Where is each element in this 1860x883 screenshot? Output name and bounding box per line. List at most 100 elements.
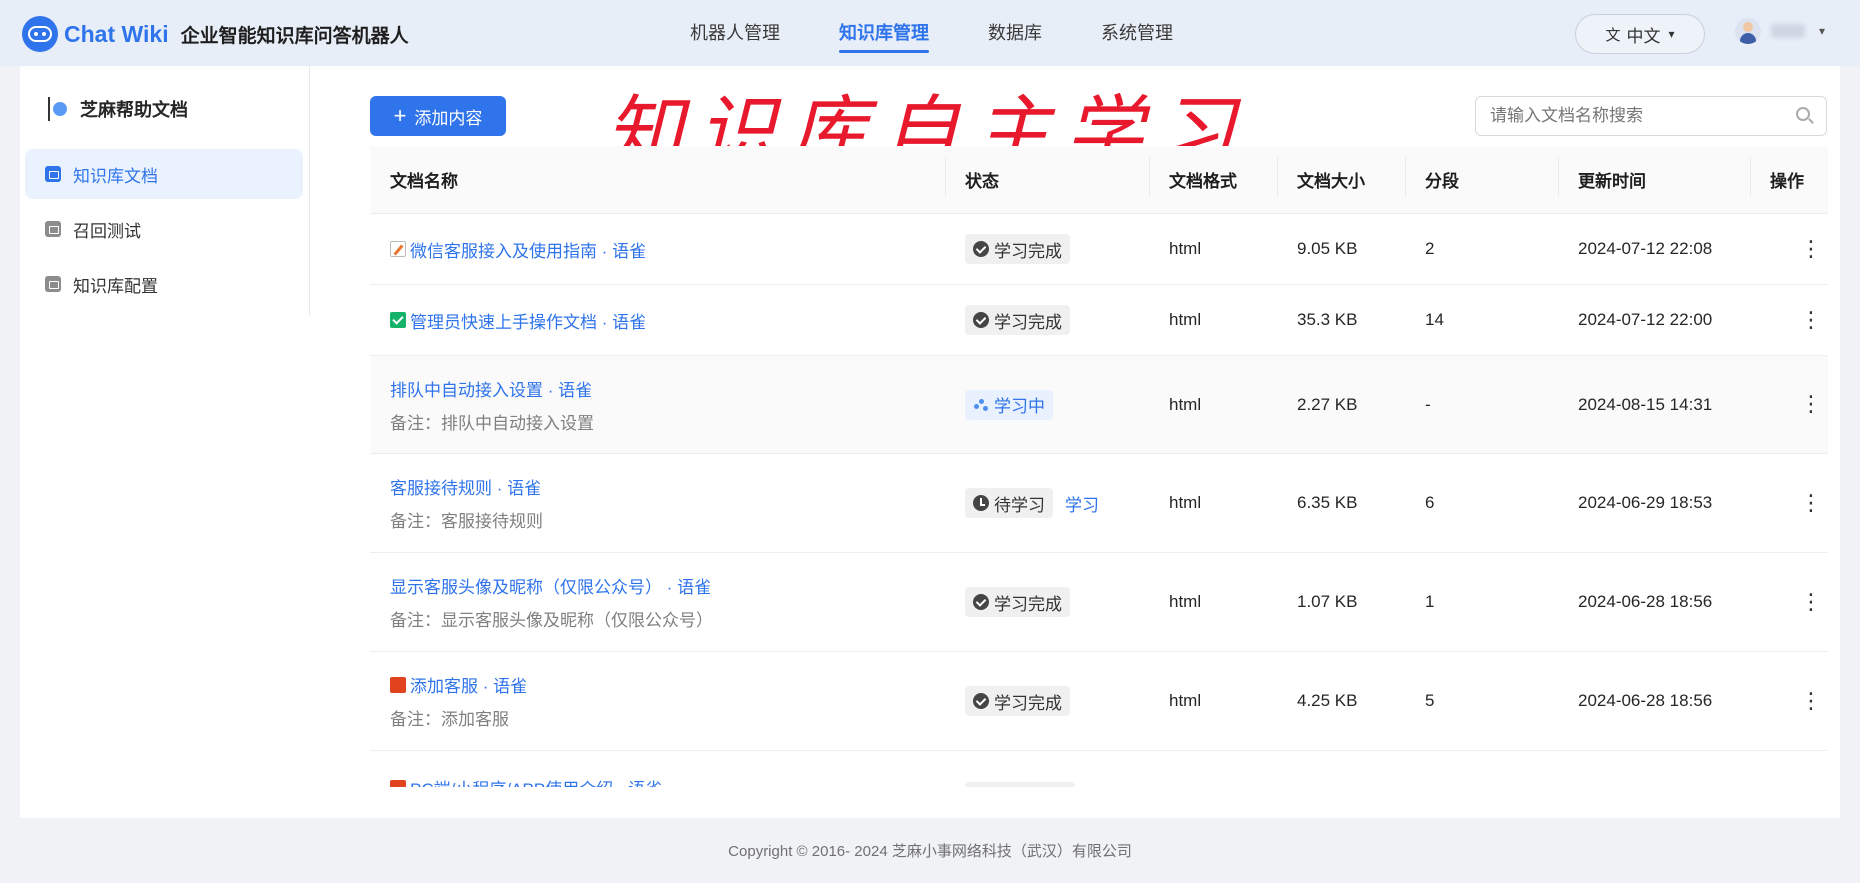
more-actions-icon[interactable]: ⋮ (1770, 688, 1822, 713)
documents-table: 文档名称 状态 文档格式 文档大小 分段 更新时间 操作 微信客服接入及使用指南… (370, 146, 1828, 787)
kb-name: 芝麻帮助文档 (80, 100, 188, 120)
sidebar-item-recall-test[interactable]: 召回测试 (25, 204, 303, 254)
doc-size: 2.27 KB (1297, 394, 1358, 414)
status-badge: 学习完成 (965, 587, 1070, 617)
status-badge (965, 782, 1075, 787)
status-text: 学习完成 (994, 312, 1062, 332)
nav-robot-management[interactable]: 机器人管理 (690, 0, 780, 66)
main-nav: 机器人管理 知识库管理 数据库 系统管理 (690, 0, 1232, 66)
nav-knowledge-management[interactable]: 知识库管理 (839, 0, 929, 66)
more-actions-icon[interactable]: ⋮ (1770, 307, 1822, 332)
status-badge: 待学习 (965, 488, 1053, 518)
check-circle-icon (973, 241, 989, 257)
more-actions-icon[interactable]: ⋮ (1770, 391, 1822, 416)
doc-updated: 2024-07-12 22:08 (1578, 239, 1713, 258)
doc-updated: 2024-06-29 18:53 (1578, 493, 1713, 512)
doc-format: html (1169, 394, 1202, 414)
table-row[interactable]: 排队中自动接入设置 · 语雀 备注：排队中自动接入设置 学习中 html 2.2… (370, 356, 1828, 454)
doc-format: html (1169, 493, 1202, 512)
app-logo[interactable]: Chat Wiki 企业智能知识库问答机器人 (22, 16, 409, 52)
check-icon (390, 312, 406, 328)
doc-updated: 2024-07-12 22:00 (1578, 310, 1713, 329)
doc-name-link[interactable]: PC端/小程序/APP使用介绍 · 语雀 (410, 775, 662, 787)
doc-format: html (1169, 310, 1202, 329)
doc-name-link[interactable]: 微信客服接入及使用指南 · 语雀 (410, 237, 646, 262)
loading-icon (973, 397, 989, 413)
kb-title: 芝麻帮助文档 (48, 96, 188, 122)
memo-icon (390, 241, 406, 257)
brand-subtitle: 企业智能知识库问答机器人 (180, 25, 409, 47)
brand-name: Chat Wiki (64, 20, 169, 47)
col-actions: 操作 (1750, 157, 1828, 197)
doc-segments: 14 (1425, 310, 1444, 329)
language-selector[interactable]: 文 中文 ▾ (1575, 14, 1705, 54)
col-segments: 分段 (1405, 157, 1558, 197)
table-row[interactable]: 显示客服头像及昵称（仅限公众号） · 语雀 备注：显示客服头像及昵称（仅限公众号… (370, 553, 1828, 652)
doc-note: 备注：排队中自动接入设置 (390, 413, 594, 433)
doc-size: 35.3 KB (1297, 310, 1358, 329)
doc-segments: 2 (1425, 239, 1435, 258)
table-row[interactable]: 客服接待规则 · 语雀 备注：客服接待规则 待学习 学习 html 6.35 KB… (370, 454, 1828, 553)
user-name-blurred (1771, 24, 1805, 38)
search-icon[interactable] (1796, 107, 1810, 121)
add-content-button[interactable]: + 添加内容 (370, 96, 506, 136)
col-format: 文档格式 (1149, 157, 1277, 197)
doc-name-link[interactable]: 客服接待规则 · 语雀 (390, 474, 541, 499)
more-actions-icon[interactable]: ⋮ (1770, 589, 1822, 614)
user-menu[interactable]: ▾ (1735, 18, 1825, 44)
table-row[interactable]: 添加客服 · 语雀 备注：添加客服 学习完成 html 4.25 KB 5 20… (370, 652, 1828, 751)
sidebar-item-documents[interactable]: 知识库文档 (25, 149, 303, 199)
doc-segments: 1 (1425, 592, 1435, 611)
status-badge: 学习完成 (965, 686, 1070, 716)
chat-bot-icon (22, 16, 58, 52)
table-row[interactable]: 微信客服接入及使用指南 · 语雀 学习完成 html 9.05 KB 2 202… (370, 214, 1828, 285)
book-icon (390, 676, 406, 693)
col-size: 文档大小 (1277, 157, 1405, 197)
doc-updated: 2024-06-28 18:56 (1578, 691, 1713, 710)
learn-button[interactable]: 学习 (1065, 496, 1099, 515)
status-badge: 学习完成 (965, 234, 1070, 264)
language-label: 中文 (1626, 26, 1661, 46)
status-text: 待学习 (994, 495, 1045, 515)
status-text: 学习中 (994, 397, 1045, 416)
book-icon (390, 779, 406, 787)
kb-icon (48, 97, 70, 121)
table-header: 文档名称 状态 文档格式 文档大小 分段 更新时间 操作 (370, 146, 1828, 214)
nav-system-management[interactable]: 系统管理 (1101, 0, 1173, 66)
doc-note: 备注：客服接待规则 (390, 512, 543, 531)
plus-icon: + (393, 103, 407, 128)
doc-size: 6.35 KB (1297, 493, 1358, 512)
nav-database[interactable]: 数据库 (988, 0, 1042, 66)
footer-copyright: Copyright © 2016- 2024 芝麻小事网络科技（武汉）有限公司 (728, 843, 1132, 860)
col-updated: 更新时间 (1558, 157, 1750, 197)
doc-name-link[interactable]: 排队中自动接入设置 · 语雀 (390, 376, 592, 401)
sidebar-item-kb-config[interactable]: 知识库配置 (25, 259, 303, 309)
doc-format: html (1169, 239, 1202, 258)
doc-name-link[interactable]: 管理员快速上手操作文档 · 语雀 (410, 308, 646, 333)
more-actions-icon[interactable]: ⋮ (1770, 490, 1822, 515)
status-text: 学习完成 (994, 241, 1062, 261)
chevron-down-icon: ▾ (1819, 24, 1826, 38)
doc-size: 1.07 KB (1297, 592, 1358, 611)
table-row[interactable]: PC端/小程序/APP使用介绍 · 语雀 (370, 751, 1828, 787)
status-text: 学习完成 (994, 594, 1062, 614)
doc-note: 备注：添加客服 (390, 710, 509, 729)
table-row[interactable]: 管理员快速上手操作文档 · 语雀 学习完成 html 35.3 KB 14 20… (370, 285, 1828, 356)
more-actions-icon[interactable]: ⋮ (1770, 236, 1822, 261)
add-content-label: 添加内容 (414, 108, 483, 128)
doc-updated: 2024-06-28 18:56 (1578, 592, 1713, 611)
settings-icon (45, 276, 61, 292)
check-circle-icon (973, 693, 989, 709)
doc-segments: 6 (1425, 493, 1435, 512)
search-input[interactable] (1475, 96, 1827, 136)
terminal-icon (45, 221, 61, 237)
sidebar-item-label: 召回测试 (73, 221, 141, 241)
doc-segments: 5 (1425, 691, 1435, 710)
col-doc-name: 文档名称 (390, 172, 458, 191)
check-circle-icon (973, 594, 989, 610)
doc-name-link[interactable]: 添加客服 · 语雀 (410, 672, 527, 697)
doc-name-link[interactable]: 显示客服头像及昵称（仅限公众号） · 语雀 (390, 573, 711, 598)
col-status: 状态 (945, 157, 1149, 197)
check-circle-icon (973, 312, 989, 328)
translate-icon: 文 (1605, 26, 1621, 44)
